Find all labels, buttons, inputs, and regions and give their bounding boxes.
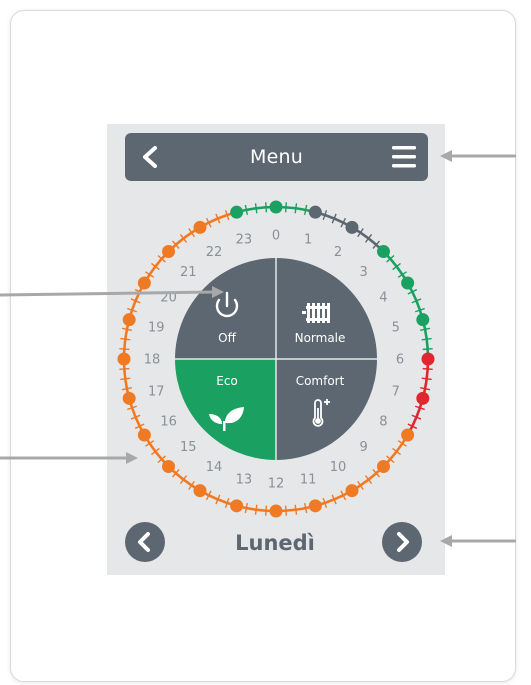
hour-label: 15: [180, 440, 197, 455]
quarter-tick: [120, 337, 131, 341]
day-label: Lunedì: [235, 531, 315, 555]
quarter-tick: [421, 337, 432, 341]
quarter-tick: [284, 202, 287, 213]
hour-label: 7: [392, 385, 400, 400]
hour-label: 17: [148, 385, 165, 400]
chevron-right-icon: [397, 532, 409, 552]
hour-label: 12: [268, 477, 285, 492]
hour-label: 14: [206, 460, 223, 475]
hour-marker[interactable]: [345, 484, 359, 498]
hour-marker[interactable]: [345, 220, 359, 234]
quarter-tick: [121, 386, 132, 391]
quarter-tick: [254, 203, 258, 214]
hour-marker[interactable]: [308, 205, 322, 219]
hour-marker[interactable]: [421, 352, 435, 366]
quarter-tick: [422, 348, 433, 351]
hour-label: 2: [334, 245, 342, 260]
quarter-tick: [303, 204, 308, 215]
hour-marker[interactable]: [376, 245, 390, 259]
hour-marker[interactable]: [401, 276, 415, 290]
hour-label: 18: [144, 353, 161, 368]
normal-mode-label: Normale: [294, 331, 346, 345]
hour-label: 3: [360, 265, 368, 280]
hour-label: 0: [272, 229, 280, 244]
schedule-dial: 0 1234567891011121314151617181920212223: [0, 150, 516, 547]
hour-label: 16: [160, 415, 177, 430]
quarter-tick: [244, 503, 249, 514]
hour-marker[interactable]: [269, 504, 283, 518]
hour-marker[interactable]: [122, 313, 136, 327]
quarter-tick: [119, 348, 130, 351]
hour-marker[interactable]: [137, 276, 151, 290]
quarter-tick: [244, 204, 249, 215]
hour-label: 6: [396, 353, 404, 368]
hour-marker[interactable]: [122, 391, 136, 405]
quarter-tick: [294, 203, 298, 214]
quarter-tick: [422, 367, 433, 370]
quarter-tick: [420, 386, 431, 391]
hour-label: 1: [304, 233, 312, 248]
quarter-tick: [120, 377, 131, 381]
hour-marker[interactable]: [269, 200, 283, 214]
hour-marker[interactable]: [193, 484, 207, 498]
hour-marker[interactable]: [230, 499, 244, 513]
quarter-tick: [121, 327, 132, 332]
hour-label: 10: [330, 460, 347, 475]
previous-day-button[interactable]: [125, 522, 165, 562]
hour-marker[interactable]: [193, 220, 207, 234]
hour-marker[interactable]: [401, 428, 415, 442]
hour-label: 8: [379, 415, 387, 430]
hour-marker[interactable]: [117, 352, 131, 366]
quarter-tick: [284, 505, 287, 516]
quarter-tick: [265, 202, 268, 213]
hour-marker[interactable]: [162, 459, 176, 473]
hour-marker[interactable]: [416, 391, 430, 405]
hour-marker[interactable]: [137, 428, 151, 442]
hour-label: 4: [379, 291, 387, 306]
eco-mode-label: Eco: [216, 374, 238, 388]
hour-marker[interactable]: [416, 313, 430, 327]
hour-label: 22: [206, 245, 223, 260]
next-day-button[interactable]: [382, 522, 422, 562]
quarter-tick: [420, 327, 431, 332]
comfort-mode-label: Comfort: [295, 374, 345, 388]
hour-marker[interactable]: [376, 459, 390, 473]
hour-label: 5: [392, 320, 400, 335]
hour-label: 9: [360, 440, 368, 455]
hour-label: 21: [180, 265, 197, 280]
quarter-tick: [254, 504, 258, 515]
chevron-left-icon: [138, 532, 150, 552]
quarter-tick: [265, 505, 268, 516]
off-mode-label: Off: [218, 331, 236, 345]
quarter-tick: [421, 377, 432, 381]
quarter-tick: [119, 367, 130, 370]
hour-marker[interactable]: [162, 245, 176, 259]
hour-label: 23: [236, 233, 253, 248]
quarter-tick: [303, 503, 308, 514]
hour-label: 19: [148, 320, 165, 335]
hour-label: 13: [236, 472, 253, 487]
hour-marker[interactable]: [230, 205, 244, 219]
hour-label: 11: [300, 472, 317, 487]
hour-marker[interactable]: [308, 499, 322, 513]
quarter-tick: [294, 504, 298, 515]
